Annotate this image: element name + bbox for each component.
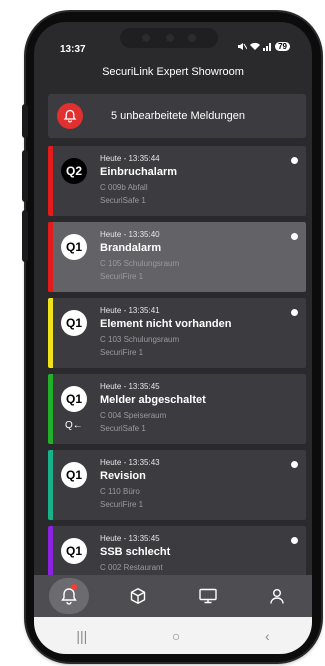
message-timestamp: Heute - 13:35:44 (100, 154, 160, 163)
message-system: SecuriSafe 1 (100, 424, 146, 433)
unread-dot (291, 157, 298, 164)
unread-dot (291, 233, 298, 240)
side-button (22, 104, 28, 138)
tab-systems[interactable] (188, 578, 228, 614)
message-card[interactable]: Q1 Heute - 13:35:41 Element nicht vorhande… (48, 298, 306, 368)
priority-color-stripe (48, 146, 53, 216)
side-button (22, 210, 28, 262)
wifi-icon (250, 42, 261, 50)
priority-badge: Q1 (61, 538, 87, 564)
message-card[interactable]: Q1 Q← Heute - 13:35:45 Melder abgeschaltet C… (48, 374, 306, 444)
priority-color-stripe (48, 222, 53, 292)
side-button (22, 150, 28, 202)
monitor-icon (199, 588, 217, 604)
bottom-tab-bar (34, 575, 312, 617)
camera-notch (120, 28, 218, 48)
mute-icon (238, 43, 248, 50)
message-timestamp: Heute - 13:35:40 (100, 230, 160, 239)
system-nav-bar: ||| ○ ‹ (34, 617, 312, 654)
return-arrow-icon: Q← (65, 420, 83, 431)
message-card[interactable]: Q1 Heute - 13:35:43 Revision C 110 Büro Secu… (48, 450, 306, 520)
message-location: C 002 Restaurant (100, 563, 163, 572)
priority-badge: Q1 (61, 234, 87, 260)
home-button[interactable]: ○ (172, 628, 180, 644)
app-title: SecuriLink Expert Showroom (102, 66, 244, 78)
unread-dot (291, 461, 298, 468)
unread-dot (291, 537, 298, 544)
back-button[interactable]: ‹ (265, 628, 270, 644)
message-timestamp: Heute - 13:35:45 (100, 534, 160, 543)
priority-color-stripe (48, 450, 53, 520)
priority-badge: Q1 (61, 310, 87, 336)
message-system: SecuriFire 1 (100, 272, 144, 281)
signal-icon (263, 43, 272, 51)
priority-color-stripe (48, 374, 53, 444)
cube-icon (131, 588, 146, 604)
unprocessed-alerts-banner[interactable]: 5 unbearbeitete Meldungen (48, 94, 306, 138)
status-time: 13:37 (60, 44, 86, 55)
message-title: Element nicht vorhanden (100, 318, 232, 330)
screen: 13:37 79 SecuriLink Expert Showroom 5 un… (34, 22, 312, 654)
message-timestamp: Heute - 13:35:41 (100, 306, 160, 315)
tab-alarms[interactable] (48, 578, 89, 614)
user-icon (270, 589, 284, 604)
message-location: C 004 Speiseraum (100, 411, 167, 420)
banner-text: 5 unbearbeitete Meldungen (111, 110, 245, 122)
recents-button[interactable]: ||| (76, 628, 87, 644)
message-title: Melder abgeschaltet (100, 394, 206, 406)
message-system: SecuriSafe 1 (100, 196, 146, 205)
message-title: Revision (100, 470, 146, 482)
message-card[interactable]: Q1 Heute - 13:35:40 Brandalarm C 105 Schulu… (48, 222, 306, 292)
message-timestamp: Heute - 13:35:45 (100, 382, 160, 391)
priority-badge: Q1 (61, 462, 87, 488)
message-title: SSB schlecht (100, 546, 171, 558)
message-system: SecuriFire 1 (100, 500, 144, 509)
message-timestamp: Heute - 13:35:43 (100, 458, 160, 467)
message-card[interactable]: Q2 Heute - 13:35:44 Einbruchalarm C 009b Ab… (48, 146, 306, 216)
priority-color-stripe (48, 298, 53, 368)
battery-icon: 79 (275, 42, 290, 51)
message-title: Brandalarm (100, 242, 162, 254)
message-system: SecuriFire 1 (100, 348, 144, 357)
priority-badge: Q1 (61, 386, 87, 412)
message-location: C 009b Abfall (100, 183, 148, 192)
message-title: Einbruchalarm (100, 166, 178, 178)
status-icons: 79 (237, 42, 290, 51)
message-location: C 103 Schulungsraum (100, 335, 180, 344)
priority-badge: Q2 (61, 158, 87, 184)
message-location: C 110 Büro (100, 487, 140, 496)
bell-icon (57, 103, 83, 129)
tab-profile[interactable] (257, 578, 297, 614)
tab-objects[interactable] (118, 578, 158, 614)
notification-badge (70, 584, 77, 590)
message-location: C 105 Schulungsraum (100, 259, 180, 268)
unread-dot (291, 309, 298, 316)
